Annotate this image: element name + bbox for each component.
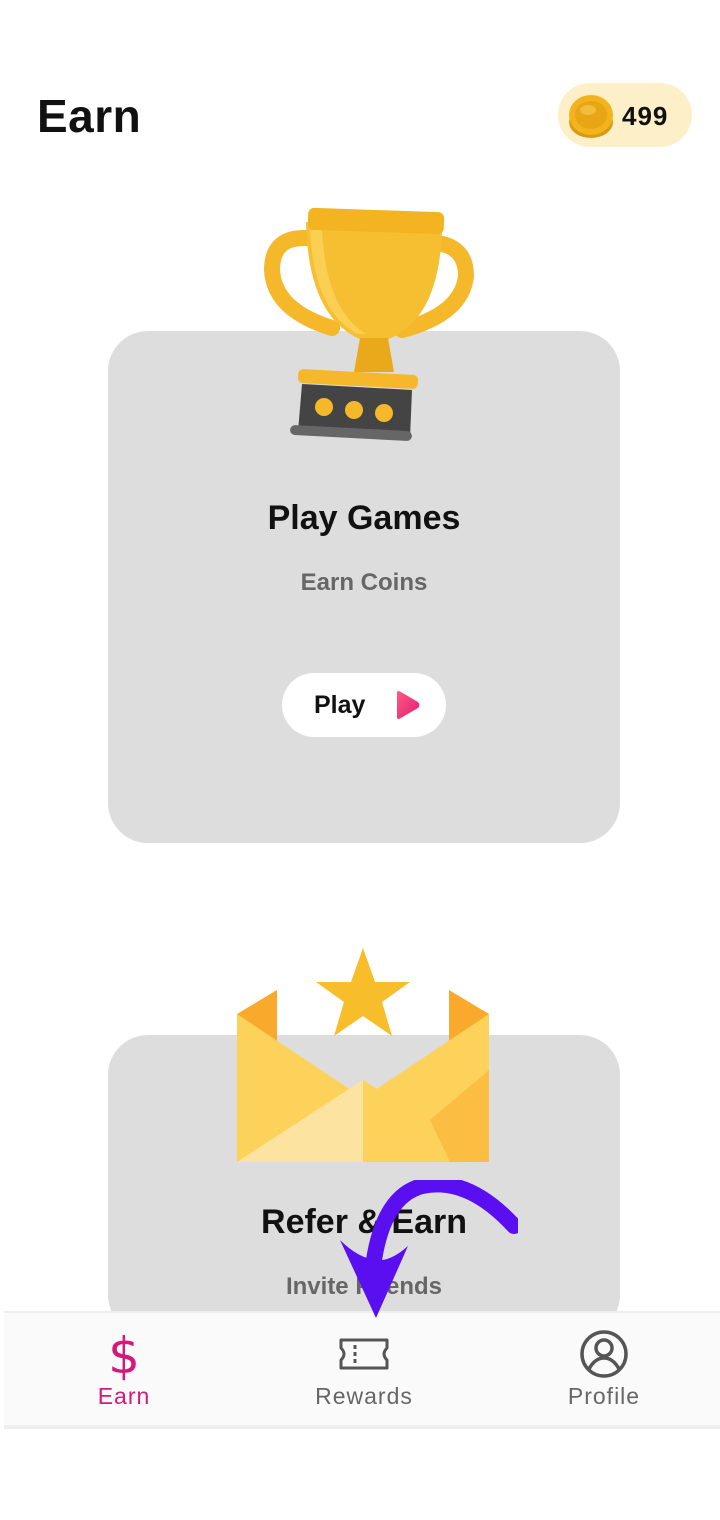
play-button[interactable]: Play (282, 673, 446, 737)
tab-rewards-label: Rewards (315, 1383, 413, 1409)
card-subtitle: Invite Friends (285, 1273, 443, 1300)
tab-profile-label: Profile (567, 1383, 641, 1409)
card-subtitle: Earn Coins (300, 569, 428, 596)
card-title: Play Games (267, 499, 461, 537)
coin-balance-value: 499 (622, 101, 669, 131)
page-title: Earn (37, 90, 142, 142)
ticket-icon (339, 1338, 389, 1370)
trophy-icon (263, 207, 475, 441)
envelope-star-icon (237, 948, 489, 1162)
bottom-tab-bar: $ Earn Rewards Profile (4, 1311, 720, 1429)
dollar-icon: $ (108, 1329, 140, 1383)
user-circle-icon (580, 1330, 628, 1378)
coin-icon (569, 95, 613, 138)
tab-earn-label: Earn (97, 1383, 151, 1409)
tab-earn[interactable]: $ Earn (44, 1313, 204, 1425)
coin-balance-badge[interactable]: 499 (558, 83, 692, 147)
svg-text:$: $ (108, 1329, 140, 1383)
play-button-label: Play (314, 691, 366, 719)
tab-rewards[interactable]: Rewards (284, 1313, 444, 1425)
card-title: Refer & Earn (261, 1203, 467, 1241)
tab-profile[interactable]: Profile (524, 1313, 684, 1425)
play-icon (397, 691, 420, 719)
